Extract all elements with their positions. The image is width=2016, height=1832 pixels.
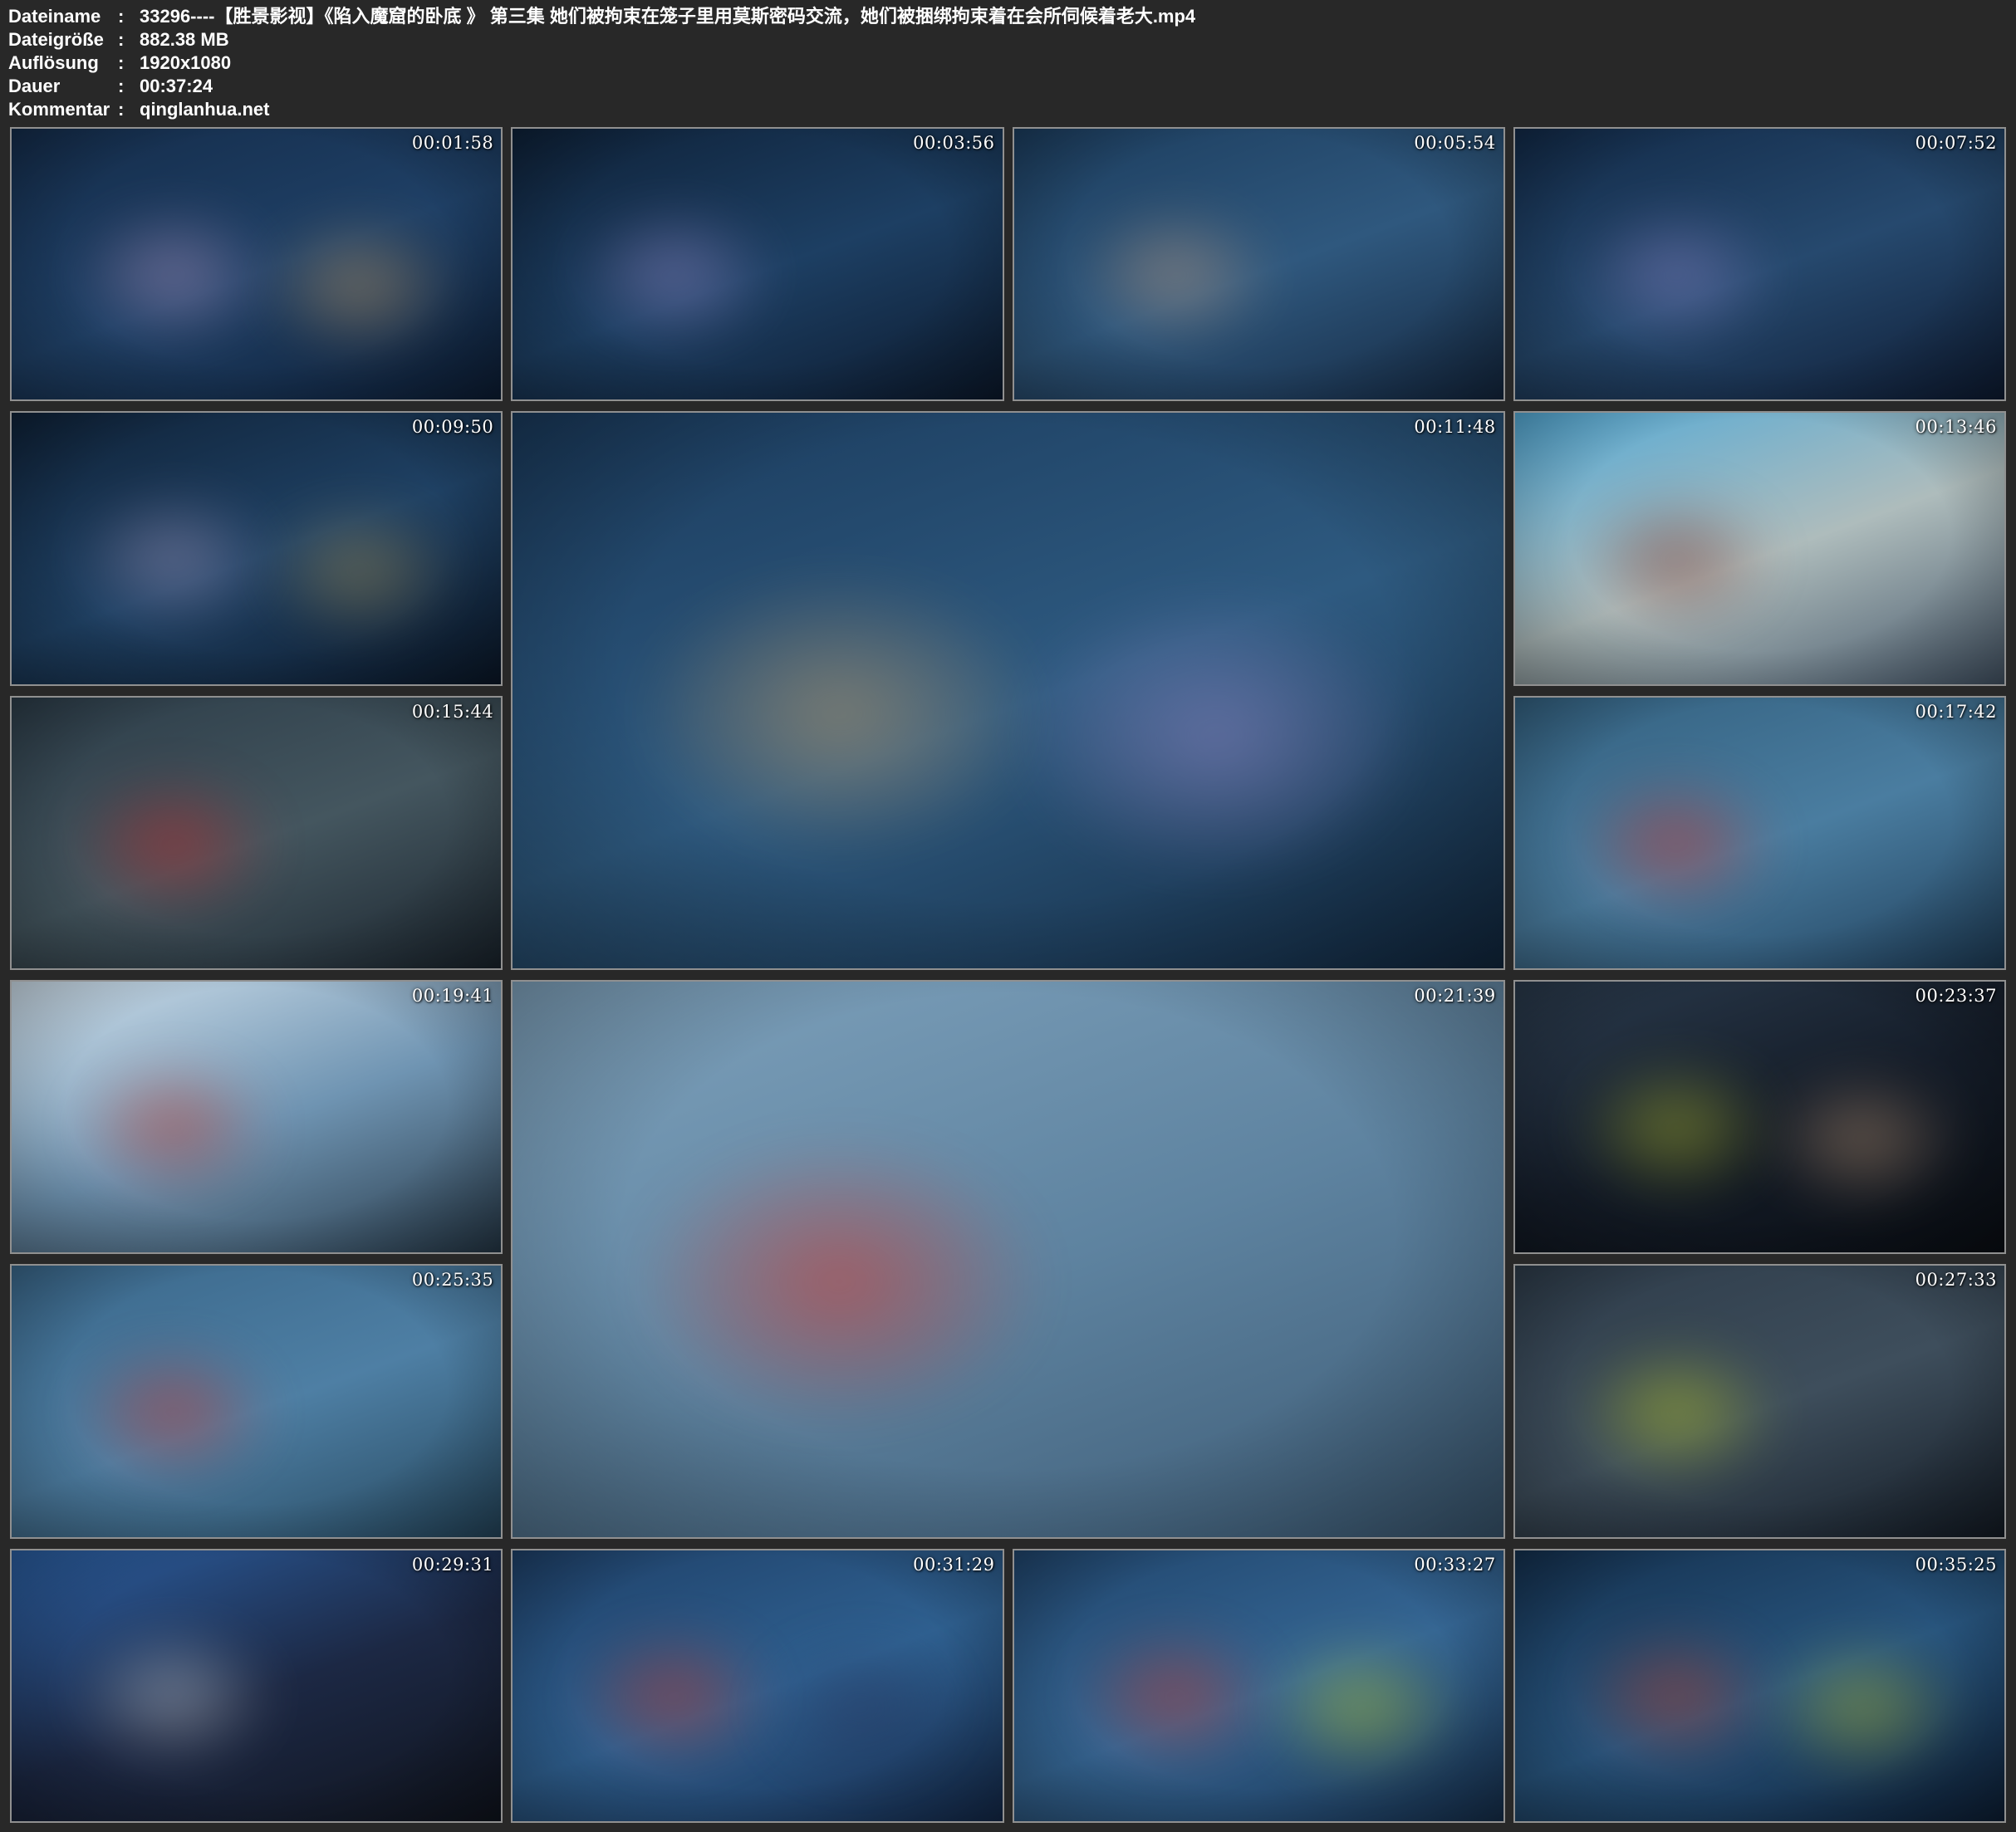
- dominant-color-accent: [1573, 1626, 1778, 1767]
- timestamp-overlay: 00:31:29: [913, 1555, 994, 1575]
- meta-label: Dateiname: [8, 5, 118, 28]
- video-thumbnail: 00:25:35: [10, 1264, 503, 1538]
- resolution-value: 1920x1080: [140, 51, 231, 75]
- meta-row-resolution: Auflösung : 1920x1080: [8, 51, 2008, 75]
- video-thumbnail: 00:33:27: [1013, 1549, 1505, 1823]
- video-thumbnail: 00:23:37: [1513, 980, 2006, 1254]
- meta-separator: :: [118, 51, 140, 75]
- timestamp-overlay: 00:33:27: [1414, 1555, 1495, 1575]
- timestamp-overlay: 00:03:56: [913, 133, 994, 153]
- video-preview-sheet: Dateiname : 33296----【胜景影视】《陷入魔窟的卧底 》 第三…: [0, 0, 2016, 1832]
- timestamp-overlay: 00:17:42: [1915, 702, 1997, 722]
- timestamp-overlay: 00:13:46: [1915, 417, 1997, 437]
- dominant-color-accent: [71, 489, 276, 630]
- video-thumbnail: 00:11:48: [511, 411, 1505, 970]
- timestamp-overlay: 00:11:48: [1414, 417, 1495, 437]
- video-thumbnail: 00:35:25: [1513, 1549, 2006, 1823]
- timestamp-overlay: 00:05:54: [1414, 133, 1495, 153]
- timestamp-overlay: 00:23:37: [1915, 986, 1997, 1006]
- timestamp-overlay: 00:09:50: [412, 417, 493, 437]
- dominant-color-accent: [1258, 1637, 1464, 1778]
- meta-separator: :: [118, 28, 140, 51]
- meta-row-filesize: Dateigröße : 882.38 MB: [8, 28, 2008, 51]
- dominant-color-accent: [257, 500, 462, 641]
- meta-row-comment: Kommentar : qinglanhua.net: [8, 98, 2008, 121]
- video-thumbnail: 00:27:33: [1513, 1264, 2006, 1538]
- comment-value: qinglanhua.net: [140, 98, 269, 121]
- dominant-color-accent: [571, 204, 777, 345]
- timestamp-overlay: 00:29:31: [412, 1555, 493, 1575]
- dominant-color-accent: [71, 773, 276, 914]
- meta-row-duration: Dauer : 00:37:24: [8, 75, 2008, 98]
- dominant-color-accent: [1573, 489, 1778, 630]
- video-thumbnail: 00:21:39: [511, 980, 1505, 1539]
- thumbnail-grid: 00:01:58 00:03:56 00:05:54 00:07:52 00:09:50…: [10, 127, 2006, 1823]
- dominant-color-accent: [1573, 773, 1778, 914]
- file-metadata-header: Dateiname : 33296----【胜景影视】《陷入魔窟的卧底 》 第三…: [8, 5, 2008, 126]
- dominant-color-accent: [571, 1626, 777, 1767]
- dominant-color-accent: [1072, 204, 1278, 345]
- dominant-color-accent: [71, 1626, 276, 1767]
- dominant-color-accent: [1072, 1626, 1278, 1767]
- dominant-color-accent: [1759, 1068, 1964, 1209]
- video-thumbnail: 00:01:58: [10, 127, 503, 401]
- meta-separator: :: [118, 5, 140, 28]
- video-thumbnail: 00:03:56: [511, 127, 1003, 401]
- meta-label: Dateigröße: [8, 28, 118, 51]
- video-thumbnail: 00:07:52: [1513, 127, 2006, 401]
- meta-label: Auflösung: [8, 51, 118, 75]
- video-thumbnail: 00:09:50: [10, 411, 503, 685]
- video-thumbnail: 00:19:41: [10, 980, 503, 1254]
- video-thumbnail: 00:29:31: [10, 1549, 503, 1823]
- dominant-color-accent: [71, 1342, 276, 1483]
- dominant-color-accent: [631, 1137, 1047, 1426]
- meta-separator: :: [118, 75, 140, 98]
- timestamp-overlay: 00:25:35: [412, 1270, 493, 1290]
- dominant-color-accent: [257, 215, 462, 356]
- dominant-color-accent: [1008, 590, 1425, 879]
- video-thumbnail: 00:31:29: [511, 1549, 1003, 1823]
- meta-row-filename: Dateiname : 33296----【胜景影视】《陷入魔窟的卧底 》 第三…: [8, 5, 2008, 28]
- timestamp-overlay: 00:01:58: [412, 133, 493, 153]
- dominant-color-accent: [758, 1637, 963, 1778]
- video-thumbnail: 00:05:54: [1013, 127, 1505, 401]
- timestamp-overlay: 00:27:33: [1915, 1270, 1997, 1290]
- timestamp-overlay: 00:15:44: [412, 702, 493, 722]
- dominant-color-accent: [1573, 1057, 1778, 1198]
- dominant-color-accent: [1573, 204, 1778, 345]
- timestamp-overlay: 00:35:25: [1915, 1555, 1997, 1575]
- timestamp-overlay: 00:21:39: [1414, 986, 1495, 1006]
- dominant-color-accent: [1573, 1342, 1778, 1483]
- meta-label: Dauer: [8, 75, 118, 98]
- dominant-color-accent: [71, 1057, 276, 1198]
- filename-value: 33296----【胜景影视】《陷入魔窟的卧底 》 第三集 她们被拘束在笼子里用…: [140, 5, 1195, 28]
- filesize-value: 882.38 MB: [140, 28, 229, 51]
- video-thumbnail: 00:13:46: [1513, 411, 2006, 685]
- video-thumbnail: 00:15:44: [10, 696, 503, 970]
- meta-label: Kommentar: [8, 98, 118, 121]
- timestamp-overlay: 00:19:41: [412, 986, 493, 1006]
- video-thumbnail: 00:17:42: [1513, 696, 2006, 970]
- dominant-color-accent: [71, 204, 276, 345]
- timestamp-overlay: 00:07:52: [1915, 133, 1997, 153]
- duration-value: 00:37:24: [140, 75, 213, 98]
- dominant-color-accent: [631, 569, 1047, 858]
- dominant-color-accent: [1759, 1637, 1964, 1778]
- meta-separator: :: [118, 98, 140, 121]
